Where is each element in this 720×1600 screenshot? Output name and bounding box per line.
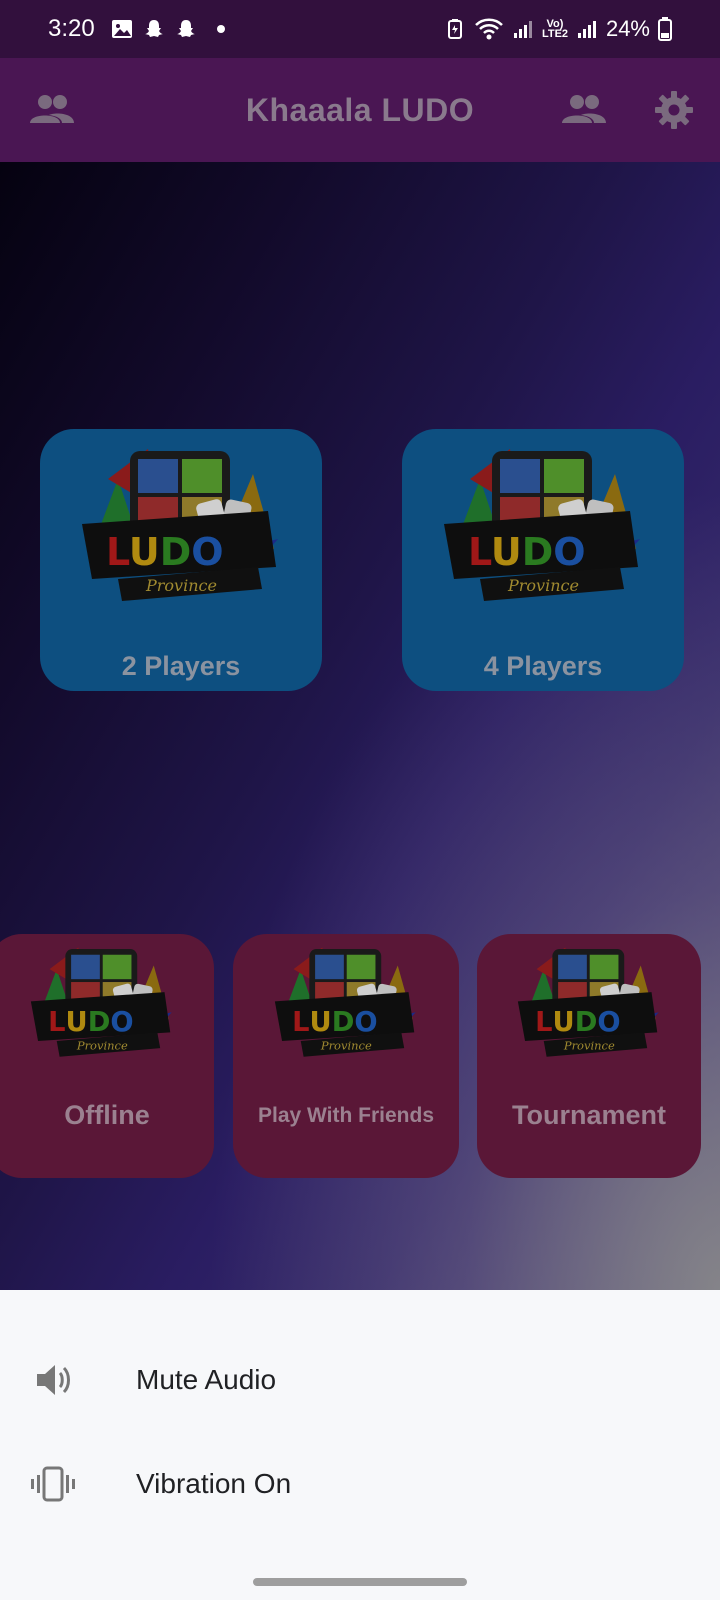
logo-subtext: Province	[145, 576, 217, 595]
status-time: 3:20	[48, 15, 95, 42]
ludo-logo-icon: LUDO Province	[30, 947, 172, 1057]
battery-saver-icon	[447, 19, 462, 39]
mode-label: Tournament	[512, 1100, 666, 1130]
main-area: LUDO Province 2 Players LUDO Province 4 …	[0, 162, 720, 1290]
snapchat-icon	[176, 20, 195, 37]
status-bar: 3:20 Vo) LTE2 24%	[0, 0, 720, 58]
app-title: Khaaala LUDO	[245, 91, 475, 128]
ludo-logo-icon: LUDO Province	[82, 449, 278, 601]
players-button[interactable]	[560, 86, 608, 134]
mode-tile-offline[interactable]: LUDO Province Offline	[0, 934, 214, 1178]
settings-button[interactable]	[650, 86, 698, 134]
home-indicator[interactable]	[253, 1578, 467, 1586]
mode-label: Play With Friends	[257, 1104, 434, 1127]
vibration-option[interactable]: Vibration On	[0, 1439, 720, 1529]
status-right: Vo) LTE2 24%	[444, 16, 672, 42]
mode-label: Offline	[64, 1100, 150, 1130]
settings-bottom-sheet: Mute Audio Vibration On	[0, 1290, 720, 1600]
mode-tile-tournament[interactable]: LUDO Province Tournament	[477, 934, 701, 1178]
logo-subtext: Province	[507, 576, 579, 595]
battery-percent: 24%	[605, 16, 650, 41]
logo-subtext: Province	[76, 1039, 128, 1053]
signal-icon	[577, 21, 596, 38]
people-icon	[562, 95, 606, 123]
logo-text: LUDO	[292, 1007, 377, 1038]
vibration-label: Vibration On	[136, 1468, 292, 1499]
speaker-icon	[30, 1357, 76, 1403]
wifi-icon	[475, 18, 503, 40]
dot-icon	[216, 25, 225, 33]
logo-subtext: Province	[563, 1039, 615, 1053]
gallery-icon	[111, 20, 132, 38]
status-left: 3:20	[48, 15, 225, 43]
ludo-logo-icon: LUDO Province	[444, 449, 640, 601]
logo-text: LUDO	[48, 1007, 133, 1038]
gear-icon	[655, 91, 693, 129]
network-label: Vo) LTE2	[541, 18, 569, 40]
logo-text: LUDO	[535, 1007, 620, 1038]
mute-audio-label: Mute Audio	[136, 1364, 277, 1395]
mode-tile-4-players[interactable]: LUDO Province 4 Players	[402, 429, 684, 691]
mode-label: 4 Players	[483, 651, 603, 681]
logo-text: LUDO	[468, 530, 586, 574]
logo-text: LUDO	[106, 530, 224, 574]
mute-audio-option[interactable]: Mute Audio	[0, 1335, 720, 1425]
vibration-icon	[30, 1461, 76, 1507]
mode-tile-2-players[interactable]: LUDO Province 2 Players	[40, 429, 322, 691]
mode-tile-play-with-friends[interactable]: LUDO Province Play With Friends	[233, 934, 459, 1178]
signal-icon	[513, 21, 532, 38]
logo-subtext: Province	[320, 1039, 372, 1053]
ludo-logo-icon: LUDO Province	[274, 947, 416, 1057]
app-bar: Khaaala LUDO	[0, 58, 720, 162]
mode-label: 2 Players	[121, 651, 241, 681]
ludo-logo-icon: LUDO Province	[517, 947, 659, 1057]
battery-icon	[658, 17, 672, 41]
snapchat-icon	[144, 20, 163, 37]
